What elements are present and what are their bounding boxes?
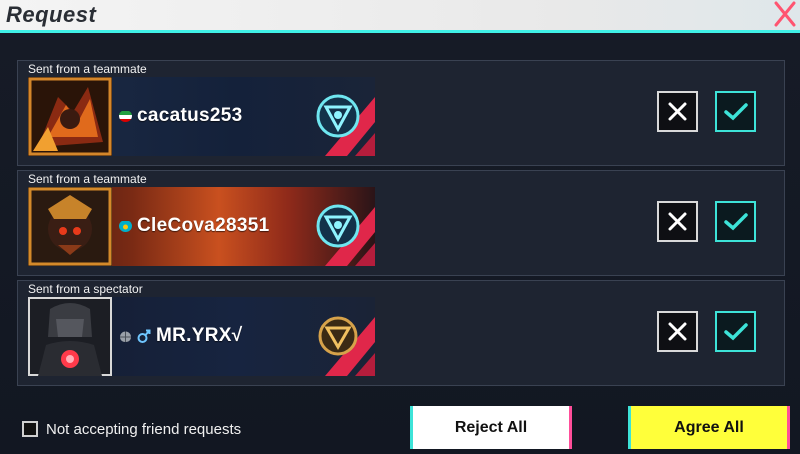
reject-button[interactable] [657,201,698,242]
reject-button[interactable] [657,91,698,132]
request-row: Sent from a teammate CleCova28351 [17,170,785,276]
username: MR.YRX√ [156,325,243,346]
username: CleCova28351 [137,215,270,236]
request-source-label: Sent from a spectator [28,282,143,296]
request-row: Sent from a spectator MR.YRX√ [17,280,785,386]
diamond-rank-icon [316,94,360,138]
accept-button[interactable] [715,201,756,242]
request-row: Sent from a teammate cacatus253 [17,60,785,166]
x-icon [668,102,687,121]
iran-flag-icon [119,110,132,122]
avatar [28,77,112,156]
male-icon [137,329,151,343]
gold-rank-icon [318,316,358,356]
x-icon [668,212,687,231]
reject-all-button[interactable]: Reject All [410,406,572,449]
globe-icon [119,330,132,342]
request-list: Sent from a teammate cacatus253 Sent fro… [0,33,800,454]
avatar [28,297,112,376]
player-card[interactable]: CleCova28351 [28,187,375,266]
request-source-label: Sent from a teammate [28,172,147,186]
agree-all-button[interactable]: Agree All [628,406,790,449]
player-card[interactable]: MR.YRX√ [28,297,375,376]
check-icon [724,323,748,341]
request-source-label: Sent from a teammate [28,62,147,76]
avatar [28,187,112,266]
x-icon [668,322,687,341]
kazakhstan-flag-icon [119,220,132,232]
not-accepting-label: Not accepting friend requests [46,421,242,438]
username: cacatus253 [137,105,243,126]
not-accepting-checkbox[interactable] [22,421,38,437]
check-icon [724,103,748,121]
diamond-rank-icon [316,204,360,248]
accept-button[interactable] [715,91,756,132]
dialog-title: Request [6,2,97,27]
close-icon[interactable] [772,0,798,28]
check-icon [724,213,748,231]
reject-button[interactable] [657,311,698,352]
dialog-header: Request [0,0,800,33]
player-card[interactable]: cacatus253 [28,77,375,156]
accept-button[interactable] [715,311,756,352]
